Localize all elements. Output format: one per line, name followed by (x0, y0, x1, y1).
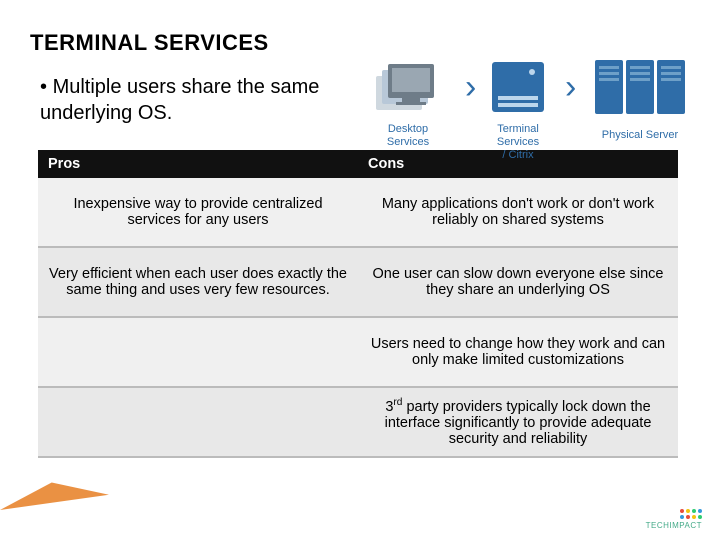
physical-server-icon (595, 60, 685, 114)
header-pros: Pros (38, 150, 358, 178)
logo-text: TECHIMPACT (646, 521, 702, 530)
table-row: Very efficient when each user does exact… (38, 247, 678, 317)
architecture-diagram: Desktop Services › Terminal Services / C… (370, 60, 700, 170)
cell-pro: Very efficient when each user does exact… (38, 247, 358, 317)
cell-con: Users need to change how they work and c… (358, 317, 678, 387)
page-title: TERMINAL SERVICES (30, 30, 690, 56)
label-physical: Physical Server (602, 129, 679, 141)
cell-con: 3rd party providers typically lock down … (358, 387, 678, 457)
label-terminal-3: / Citrix (502, 149, 534, 161)
chevron-right-icon: › (465, 68, 476, 106)
decorative-triangle (0, 475, 109, 510)
pros-cons-table: Pros Cons Inexpensive way to provide cen… (38, 150, 678, 458)
cell-con: Many applications don't work or don't wo… (358, 178, 678, 247)
label-desktop-2: Services (387, 136, 430, 148)
table-row: Users need to change how they work and c… (38, 317, 678, 387)
cell-pro-empty (38, 317, 358, 387)
main-bullet: Multiple users share the same underlying… (40, 74, 380, 126)
chevron-right-icon-2: › (565, 68, 576, 106)
logo-dots-icon (646, 509, 702, 519)
label-desktop: Desktop (388, 123, 428, 135)
cell-con: One user can slow down everyone else sin… (358, 247, 678, 317)
slide: TERMINAL SERVICES Multiple users share t… (0, 0, 720, 540)
logo: TECHIMPACT (646, 509, 702, 530)
terminal-server-icon (492, 62, 544, 112)
label-terminal: Terminal (497, 123, 539, 135)
cell-pro: Inexpensive way to provide centralized s… (38, 178, 358, 247)
desktop-stack-icon (376, 64, 434, 110)
table-row: 3rd party providers typically lock down … (38, 387, 678, 457)
cell-pro-empty (38, 387, 358, 457)
label-terminal-2: Services (497, 136, 540, 148)
table-row: Inexpensive way to provide centralized s… (38, 178, 678, 247)
